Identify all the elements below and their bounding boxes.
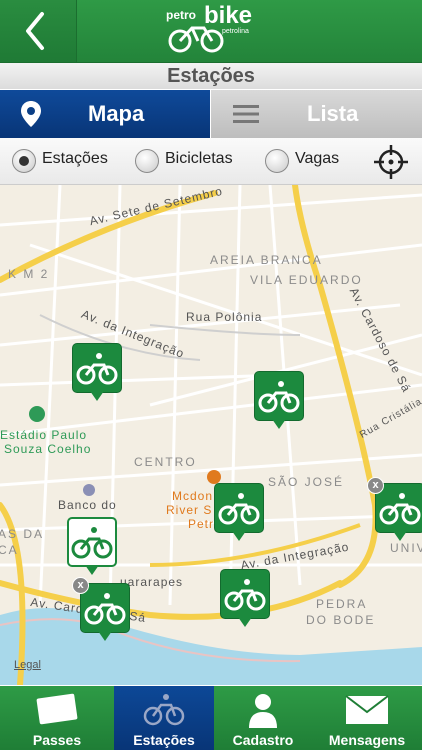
back-button[interactable] — [0, 0, 77, 62]
tab-passes[interactable]: Passes — [0, 686, 114, 750]
tab-estacoes[interactable]: Estações — [114, 686, 214, 750]
bike-icon — [218, 493, 260, 525]
area-label: AREIA BRANCA — [210, 253, 323, 267]
station-marker-selected[interactable] — [67, 517, 117, 575]
tab-mapa[interactable]: Mapa — [0, 90, 210, 138]
tab-mapa-label: Mapa — [88, 101, 145, 126]
stadium-icon — [29, 406, 45, 422]
bottom-tab-bar: Passes Estações Cadastro Mensagens — [0, 686, 422, 750]
top-bar: petro bike petrolina — [0, 0, 422, 63]
page-title: Estações — [0, 63, 422, 89]
user-icon — [249, 694, 277, 728]
area-label: SÃO JOSÉ — [268, 475, 345, 489]
poi-label: Mcdon — [172, 489, 214, 503]
poi-label: River S — [166, 503, 213, 517]
bike-icon — [71, 527, 113, 559]
location-pin-icon — [21, 101, 41, 127]
tab-lista-label: Lista — [307, 101, 359, 126]
radio-bicicletas[interactable] — [135, 149, 159, 173]
poi-label: Souza Coelho — [4, 442, 92, 456]
radio-vagas-label: Vagas — [295, 150, 340, 167]
poi-label: Banco do — [58, 498, 117, 512]
area-label: CENTRO — [134, 455, 197, 469]
radio-bicicletas-label: Bicicletas — [165, 150, 233, 167]
radio-vagas[interactable] — [265, 149, 289, 173]
station-marker[interactable] — [214, 483, 264, 541]
radio-estacoes-label: Estações — [42, 150, 108, 167]
station-marker[interactable] — [72, 343, 122, 401]
tab-estacoes-label: Estações — [133, 732, 195, 748]
radio-estacoes[interactable] — [12, 149, 36, 173]
area-label: PEDRA — [316, 597, 368, 611]
bike-icon — [76, 353, 118, 385]
tab-mensagens-label: Mensagens — [328, 732, 406, 748]
area-label: CA — [0, 543, 19, 557]
area-label: AS DA — [0, 527, 45, 541]
chevron-left-icon — [26, 12, 44, 50]
tab-lista[interactable]: Lista — [211, 90, 422, 138]
legal-link[interactable]: Legal — [14, 659, 41, 671]
app-logo: petro bike petrolina — [160, 2, 270, 54]
tab-mensagens[interactable]: Mensagens — [312, 686, 422, 750]
crosshair-icon[interactable] — [373, 144, 409, 180]
envelope-icon — [345, 695, 389, 724]
map-view[interactable]: Av. Sete de Setembro K M 2 AREIA BRANCA … — [0, 185, 422, 685]
road-label: Rua Polônia — [186, 310, 263, 324]
bike-icon — [379, 493, 421, 525]
station-marker[interactable] — [254, 371, 304, 429]
bike-logo-icon — [168, 26, 224, 53]
station-marker-offline[interactable]: x — [72, 577, 130, 641]
ticket-icon — [36, 693, 78, 725]
bike-icon — [224, 579, 266, 611]
tab-passes-label: Passes — [32, 732, 82, 748]
tab-cadastro-label: Cadastro — [232, 732, 294, 748]
station-marker-offline[interactable]: x — [367, 477, 422, 541]
bike-icon — [84, 593, 126, 625]
station-marker[interactable] — [220, 569, 270, 627]
filter-bar: Estações Bicicletas Vagas — [0, 138, 422, 185]
list-icon — [233, 105, 259, 123]
tab-cadastro[interactable]: Cadastro — [214, 686, 312, 750]
bank-icon — [83, 484, 95, 496]
area-label: K M 2 — [8, 267, 50, 281]
bike-icon — [143, 694, 185, 726]
bike-icon — [258, 381, 300, 413]
poi-label: Estádio Paulo — [0, 428, 88, 442]
area-label: UNIV — [390, 541, 422, 555]
area-label: DO BODE — [306, 613, 376, 627]
area-label: VILA EDUARDO — [250, 273, 363, 287]
